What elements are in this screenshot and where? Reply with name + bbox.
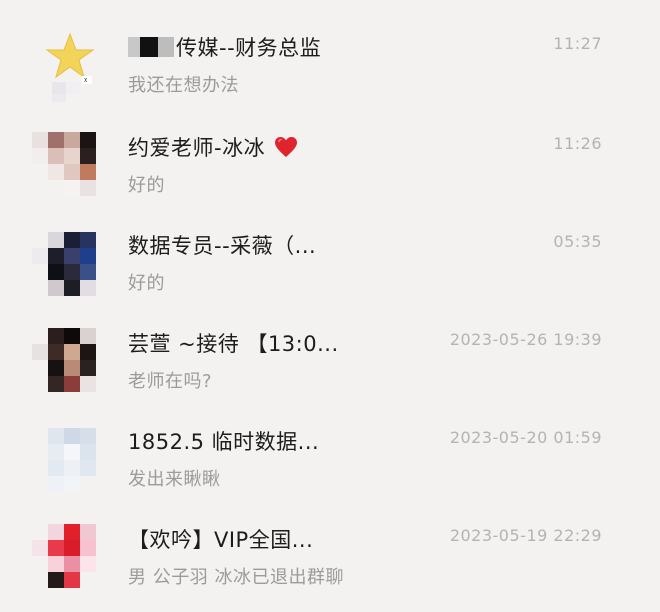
chat-row[interactable]: 芸萱 ~接待 【13:0... 老师在吗? 2023-05-26 19:39 [0,318,660,416]
pixelated-avatar [48,428,96,492]
message-time: 2023-05-19 22:29 [449,526,602,545]
chat-name: 芸萱 ~接待 【13:0... [128,332,339,356]
message-preview: 好的 [128,175,165,196]
avatar[interactable] [32,224,108,300]
star-icon: ᵡ [45,32,95,102]
message-time: 2023-05-26 19:39 [449,330,602,349]
chat-list: ᵡ 传媒--财务总监 我还在想办法 11:27 约爱老师-冰冰 好的 11:26… [0,0,660,609]
message-time: 11:27 [553,34,602,53]
message-preview: 发出来瞅瞅 [128,469,221,490]
pixelated-avatar [32,132,96,196]
message-preview: 老师在吗? [128,371,213,392]
message-preview: 我还在想办法 [128,75,239,96]
message-time: 2023-05-20 01:59 [449,428,602,447]
red-heart-icon [275,137,298,157]
message-time: 11:26 [553,134,602,153]
chat-name: 1852.5 临时数据... [128,430,320,454]
avatar[interactable] [32,322,108,398]
avatar[interactable]: ᵡ [32,26,108,102]
message-time: 05:35 [553,232,602,251]
pixelated-avatar [32,328,96,392]
redacted-block [128,37,174,57]
chat-name: 数据专员--采薇（... [128,234,317,258]
chat-row[interactable]: ᵡ 传媒--财务总监 我还在想办法 11:27 [0,22,660,120]
chat-row[interactable]: 【欢吟】VIP全国... 男 公子羽 冰冰已退出群聊 2023-05-19 22… [0,514,660,612]
chat-name-label: 传媒--财务总监 [176,36,322,60]
chat-row[interactable]: 1852.5 临时数据... 发出来瞅瞅 2023-05-20 01:59 [0,416,660,514]
chat-name: 【欢吟】VIP全国... [128,528,314,552]
message-preview: 男 公子羽 冰冰已退出群聊 [128,567,344,588]
avatar[interactable] [32,518,108,594]
message-preview: 好的 [128,273,165,294]
avatar[interactable] [32,126,108,202]
chat-name: 约爱老师-冰冰 [128,132,298,162]
chat-row[interactable]: 约爱老师-冰冰 好的 11:26 [0,122,660,220]
chat-row[interactable]: 数据专员--采薇（... 好的 05:35 [0,220,660,318]
chat-name: 传媒--财务总监 [128,32,321,62]
pixelated-group-avatar [32,524,96,588]
avatar[interactable] [32,420,108,496]
pixelated-avatar [32,232,96,296]
chat-name-label: 约爱老师-冰冰 [128,136,266,160]
